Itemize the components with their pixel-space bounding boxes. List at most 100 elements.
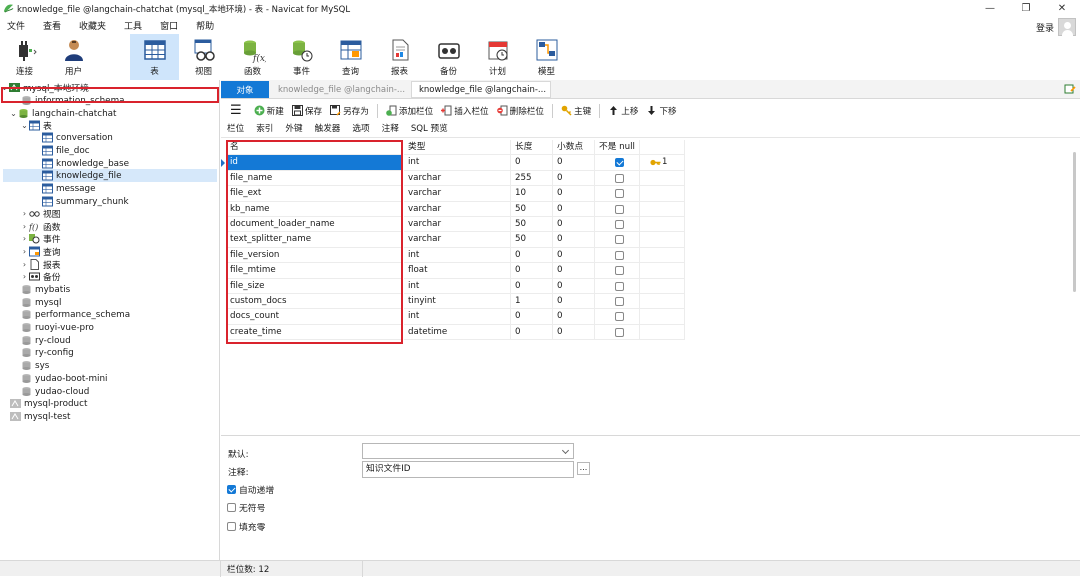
- primary-key-button[interactable]: 主键: [561, 105, 591, 117]
- not-null-checkbox[interactable]: [615, 158, 624, 168]
- field-not-null-cell[interactable]: [595, 201, 640, 217]
- menu-help[interactable]: 帮助: [193, 19, 217, 32]
- tree-table-conversation[interactable]: conversation: [42, 131, 113, 144]
- new-button[interactable]: 新建: [254, 105, 284, 117]
- save-as-button[interactable]: 另存为: [330, 105, 369, 117]
- toolbar-user-button[interactable]: 用户: [49, 34, 98, 80]
- tree-db-ruoyi-vue-pro[interactable]: ruoyi-vue-pro: [21, 321, 94, 334]
- field-decimals-cell[interactable]: 0: [553, 155, 595, 171]
- subtab-comment[interactable]: 注释: [376, 122, 405, 137]
- header-not-null[interactable]: 不是 null: [595, 140, 640, 156]
- chevron-right-icon[interactable]: ›: [20, 234, 29, 243]
- toolbar-function-button[interactable]: f(x) 函数: [228, 34, 277, 80]
- field-key-cell[interactable]: [640, 324, 685, 341]
- field-key-cell[interactable]: [640, 278, 685, 294]
- field-not-null-cell[interactable]: [595, 294, 640, 310]
- minimize-button[interactable]: —: [972, 0, 1008, 17]
- toolbar-table-button[interactable]: 表: [130, 34, 179, 80]
- chevron-down-icon[interactable]: ⌄: [20, 121, 29, 130]
- unsigned-checkbox[interactable]: [227, 503, 236, 512]
- not-null-checkbox[interactable]: [615, 297, 624, 306]
- field-not-null-cell[interactable]: [595, 247, 640, 264]
- not-null-checkbox[interactable]: [615, 204, 624, 214]
- field-type-cell[interactable]: varchar: [404, 217, 511, 233]
- field-type-cell[interactable]: int: [404, 278, 511, 294]
- toolbar-event-button[interactable]: 事件: [277, 34, 326, 80]
- field-decimals-cell[interactable]: 0: [553, 170, 595, 187]
- field-length-cell[interactable]: 0: [511, 324, 553, 341]
- close-button[interactable]: ✕: [1044, 0, 1080, 17]
- field-key-cell[interactable]: [640, 232, 685, 248]
- move-down-button[interactable]: 下移: [646, 105, 677, 117]
- tree-group-events[interactable]: › 事件: [20, 232, 61, 245]
- tab-table-design[interactable]: knowledge_file @langchain-...: [411, 81, 551, 98]
- tree-group-views[interactable]: › 视图: [20, 207, 61, 220]
- maximize-button[interactable]: ❐: [1008, 0, 1044, 17]
- not-null-checkbox[interactable]: [615, 327, 624, 337]
- field-type-cell[interactable]: int: [404, 309, 511, 325]
- subtab-options[interactable]: 选项: [346, 122, 375, 137]
- field-length-cell[interactable]: 0: [511, 278, 553, 294]
- save-button[interactable]: 保存: [291, 105, 322, 117]
- field-decimals-cell[interactable]: 0: [553, 186, 595, 202]
- field-type-cell[interactable]: float: [404, 263, 511, 279]
- chevron-right-icon[interactable]: ›: [20, 222, 29, 231]
- field-key-cell[interactable]: [640, 247, 685, 264]
- field-type-cell[interactable]: varchar: [404, 232, 511, 248]
- tree-table-file-doc[interactable]: file_doc: [42, 144, 90, 157]
- toolbar-connect-button[interactable]: 连接: [0, 34, 49, 80]
- auto-increment-checkbox[interactable]: [227, 485, 236, 494]
- field-not-null-cell[interactable]: [595, 232, 640, 248]
- not-null-checkbox[interactable]: [615, 312, 624, 322]
- auto-increment-option[interactable]: 自动递增: [227, 483, 274, 496]
- delete-field-button[interactable]: 删除栏位: [496, 105, 544, 117]
- tree-table-knowledge-file[interactable]: knowledge_file: [3, 169, 217, 182]
- zerofill-checkbox[interactable]: [227, 522, 236, 531]
- field-decimals-cell[interactable]: 0: [553, 201, 595, 217]
- move-up-button[interactable]: 上移: [608, 105, 638, 117]
- tree-table-message[interactable]: message: [42, 182, 96, 195]
- field-length-cell[interactable]: 10: [511, 186, 553, 202]
- comment-more-button[interactable]: ...: [577, 462, 590, 475]
- unsigned-option[interactable]: 无符号: [227, 501, 265, 514]
- field-length-cell[interactable]: 0: [511, 263, 553, 279]
- header-decimals[interactable]: 小数点: [553, 140, 595, 156]
- field-key-cell[interactable]: [640, 201, 685, 217]
- tree-db-sys[interactable]: sys: [21, 359, 49, 372]
- toolbar-backup-button[interactable]: 备份: [424, 34, 473, 80]
- tree-db-performance-schema[interactable]: performance_schema: [21, 308, 130, 321]
- field-not-null-cell[interactable]: [595, 324, 640, 341]
- toolbar-model-button[interactable]: 模型: [522, 34, 571, 80]
- field-length-cell[interactable]: 0: [511, 155, 553, 171]
- panel-divider[interactable]: [221, 435, 1080, 436]
- field-type-cell[interactable]: int: [404, 155, 511, 171]
- field-length-cell[interactable]: 255: [511, 170, 553, 187]
- toolbar-report-button[interactable]: 报表: [375, 34, 424, 80]
- toolbar-view-button[interactable]: 视图: [179, 34, 228, 80]
- not-null-checkbox[interactable]: [615, 173, 624, 183]
- field-length-cell[interactable]: 50: [511, 201, 553, 217]
- field-type-cell[interactable]: int: [404, 247, 511, 264]
- field-not-null-cell[interactable]: [595, 278, 640, 294]
- menu-favorites[interactable]: 收藏夹: [76, 19, 109, 32]
- not-null-checkbox[interactable]: [615, 235, 624, 245]
- field-length-cell[interactable]: 50: [511, 232, 553, 248]
- field-length-cell[interactable]: 0: [511, 309, 553, 325]
- field-decimals-cell[interactable]: 0: [553, 309, 595, 325]
- chevron-down-icon[interactable]: ⌄: [9, 109, 18, 118]
- not-null-checkbox[interactable]: [615, 250, 624, 260]
- chevron-right-icon[interactable]: ›: [20, 209, 29, 218]
- field-decimals-cell[interactable]: 0: [553, 247, 595, 264]
- field-type-cell[interactable]: tinyint: [404, 294, 511, 310]
- zerofill-option[interactable]: 填充零: [227, 520, 265, 533]
- comment-input[interactable]: 知识文件ID: [362, 461, 574, 478]
- header-length[interactable]: 长度: [511, 140, 553, 156]
- field-key-cell[interactable]: [640, 294, 685, 310]
- field-key-cell[interactable]: [640, 170, 685, 187]
- field-not-null-cell[interactable]: [595, 155, 640, 171]
- grid-vertical-scrollbar[interactable]: [1073, 152, 1076, 292]
- field-length-cell[interactable]: 0: [511, 247, 553, 264]
- tree-connection-test[interactable]: mysql-test: [10, 410, 70, 423]
- add-field-button[interactable]: 添加栏位: [386, 105, 433, 117]
- field-not-null-cell[interactable]: [595, 186, 640, 202]
